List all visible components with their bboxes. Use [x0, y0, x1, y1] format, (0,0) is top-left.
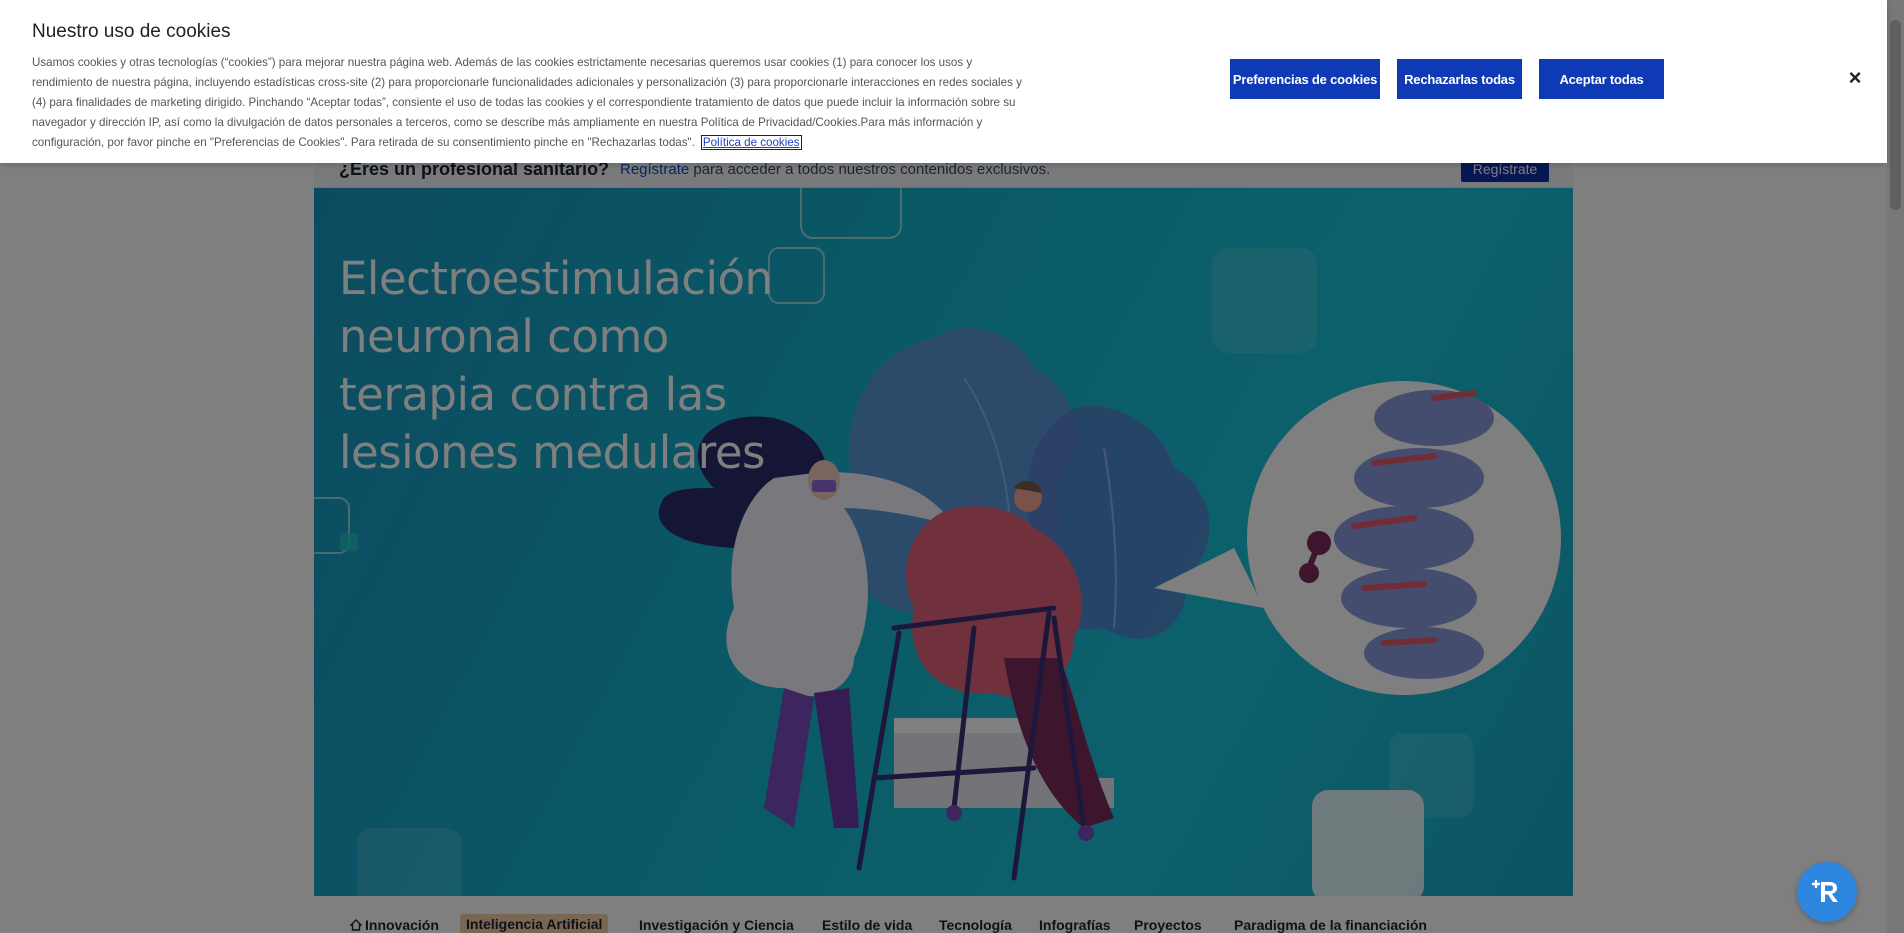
cookie-title: Nuestro uso de cookies — [32, 21, 231, 42]
cookie-preferences-button[interactable]: Preferencias de cookies — [1230, 59, 1380, 99]
cookie-description: Usamos cookies y otras tecnologías (“coo… — [32, 53, 1022, 153]
close-icon[interactable]: × — [1844, 67, 1866, 89]
accept-all-button[interactable]: Aceptar todas — [1539, 59, 1664, 99]
cookie-description-text: Usamos cookies y otras tecnologías (“coo… — [32, 56, 1022, 149]
cookie-policy-link[interactable]: Política de cookies — [700, 135, 802, 150]
cookie-consent-banner: Nuestro uso de cookies Usamos cookies y … — [0, 0, 1887, 163]
assistant-icon — [1811, 879, 1838, 902]
chat-assistant-button[interactable] — [1797, 862, 1857, 922]
reject-all-button[interactable]: Rechazarlas todas — [1397, 59, 1522, 99]
